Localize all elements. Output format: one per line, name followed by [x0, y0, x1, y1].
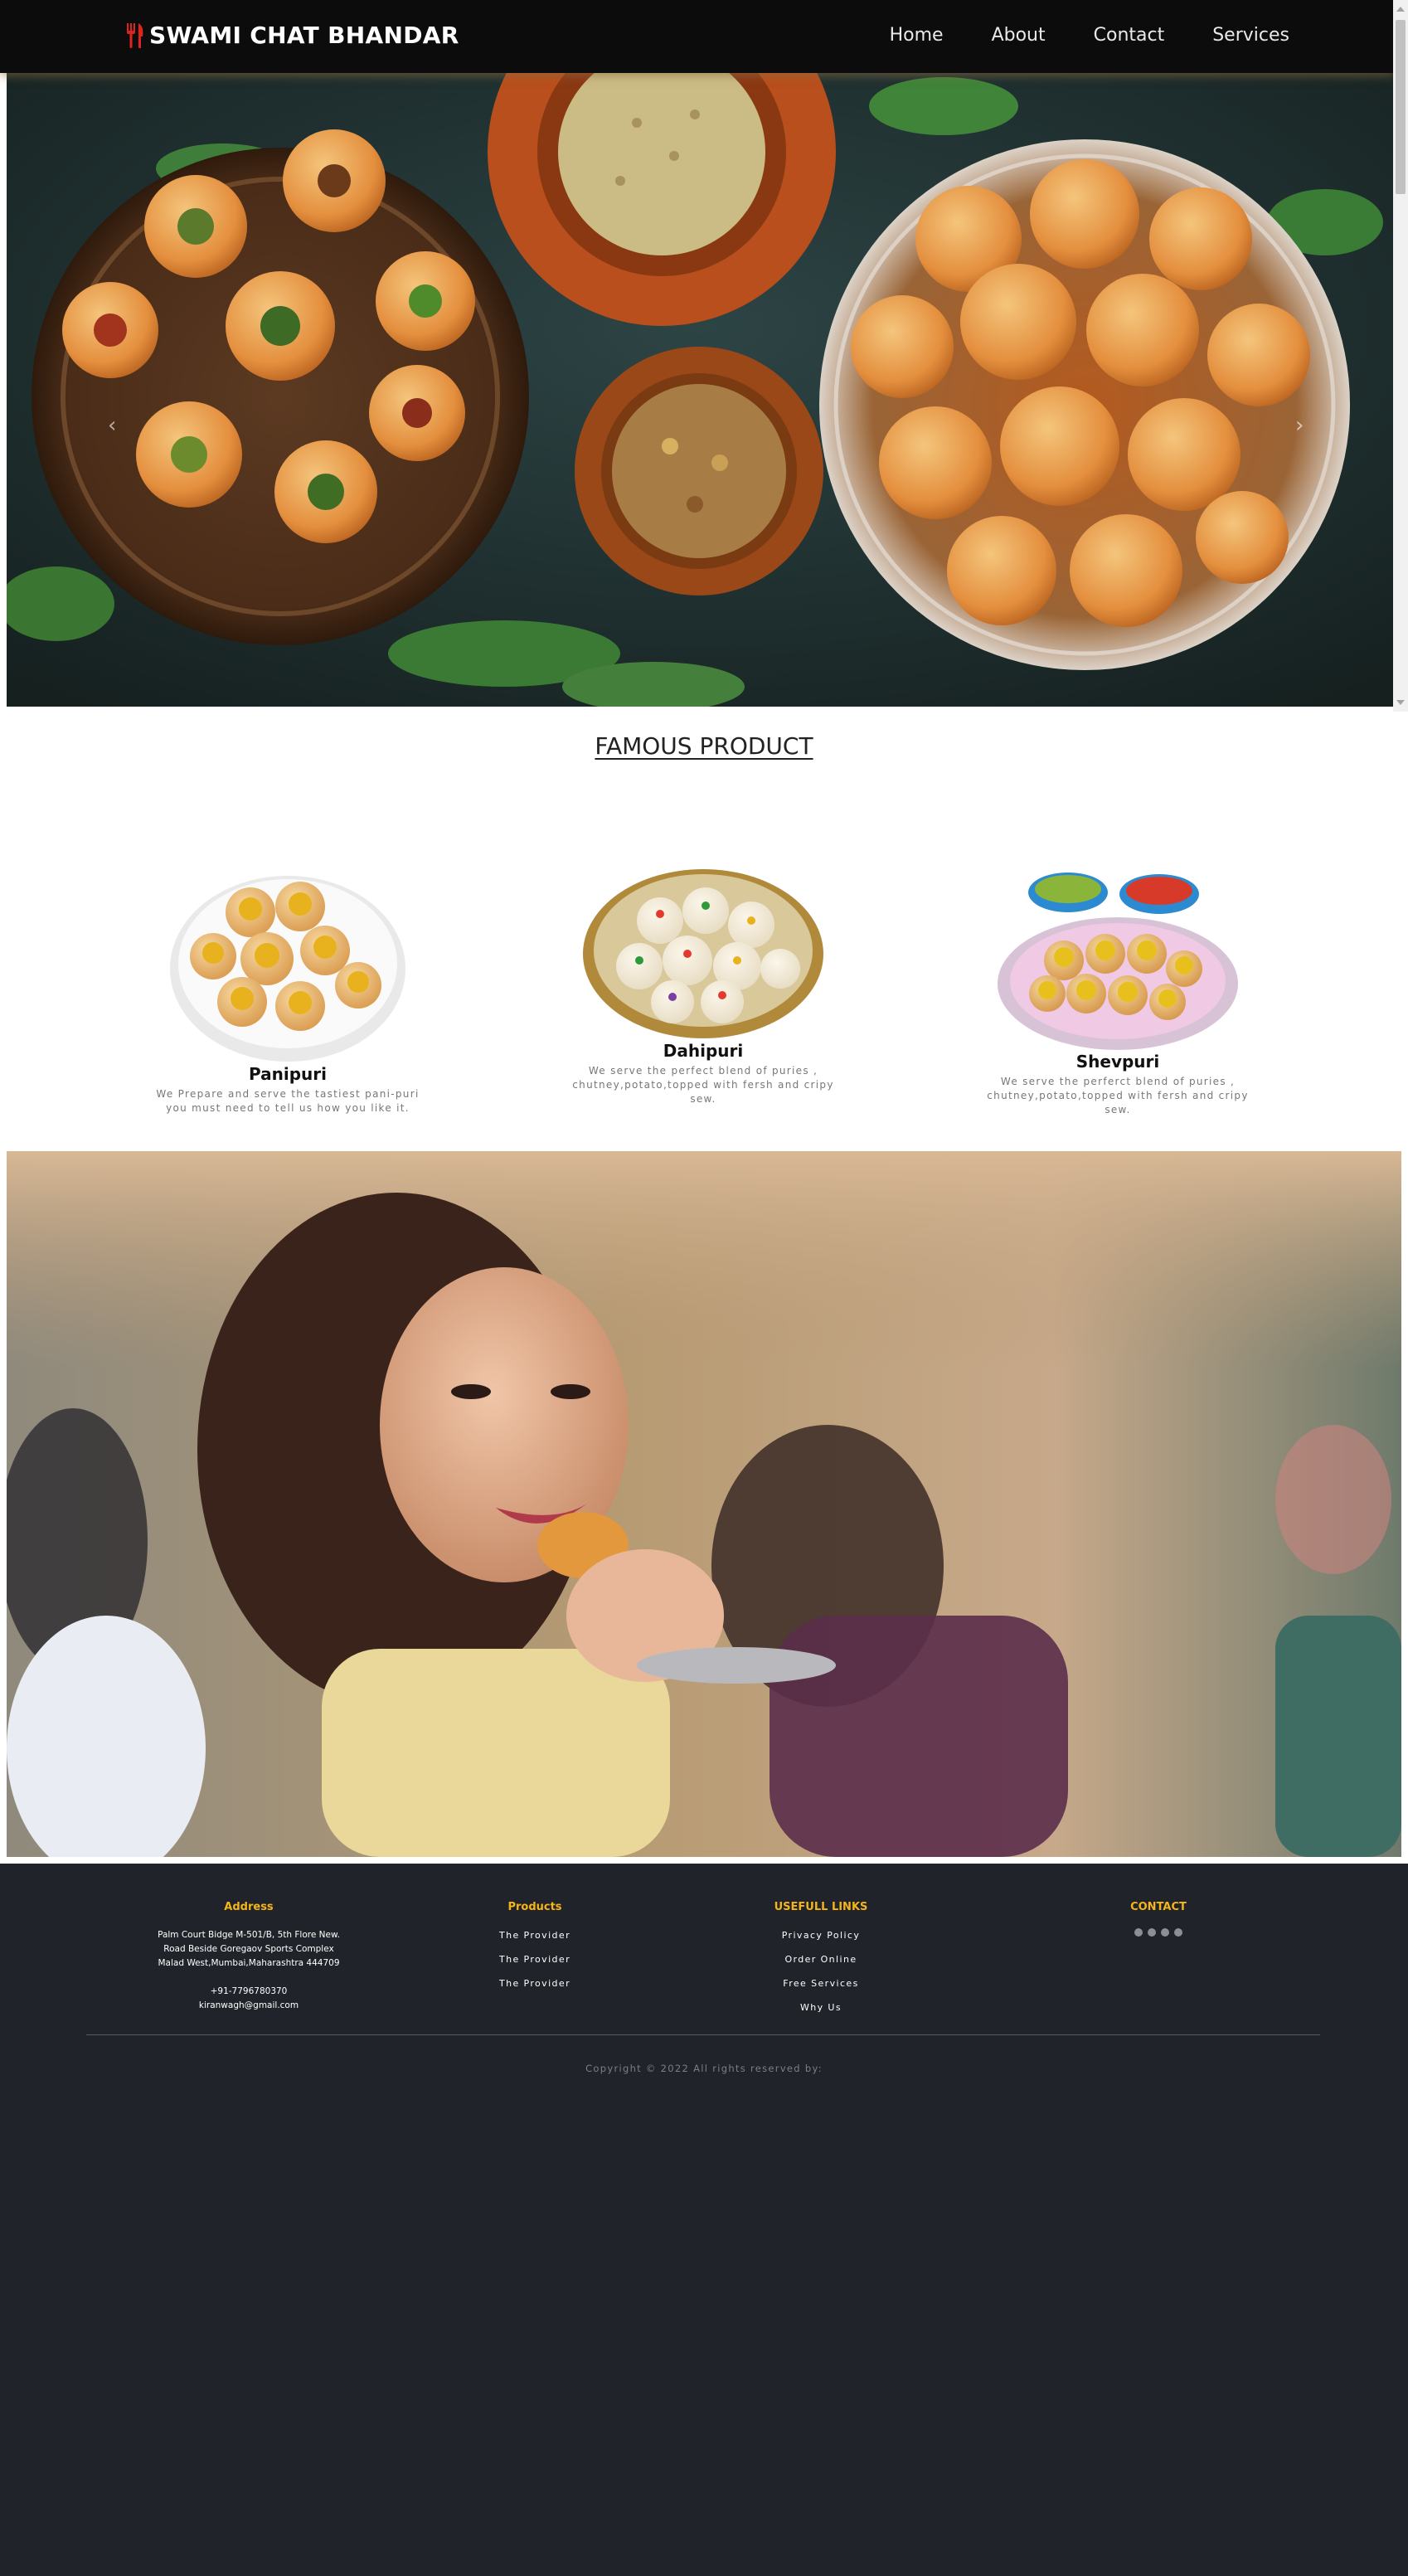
- copyright: Copyright © 2022 All rights reserved by:: [585, 2063, 823, 2074]
- address-line: Palm Court Bidge M-501/B, 5th Flore New.: [158, 1930, 340, 1940]
- scroll-thumb[interactable]: [1396, 20, 1406, 194]
- footer-address-col: Address Palm Court Bidge M-501/B, 5th Fl…: [133, 1901, 365, 2013]
- footer-contact-heading: CONTACT: [1130, 1901, 1187, 1913]
- scroll-down-arrow-icon[interactable]: [1396, 700, 1405, 705]
- hero-food-image: [7, 73, 1393, 707]
- brand-name: SWAMI CHAT BHANDAR: [149, 22, 459, 49]
- footer-phone: +91-7796780370: [210, 1986, 288, 1996]
- dahipuri-image: [582, 869, 823, 1038]
- product-card-dahipuri: Dahipuri We serve the perfect blend of p…: [566, 863, 840, 1106]
- hero-carousel: ‹ ›: [7, 73, 1393, 707]
- footer-link-order[interactable]: Order Online: [738, 1947, 904, 1971]
- footer-products-col: Products The Provider The Provider The P…: [452, 1901, 618, 1995]
- footer-link-services[interactable]: Free Services: [738, 1971, 904, 1995]
- footer-link-privacy[interactable]: Privacy Policy: [738, 1923, 904, 1947]
- nav-home[interactable]: Home: [890, 25, 944, 46]
- footer-address-heading: Address: [224, 1901, 274, 1913]
- google-icon[interactable]: [1161, 1928, 1169, 1937]
- footer-useful-col: USEFULL LINKS Privacy Policy Order Onlin…: [738, 1901, 904, 2019]
- footer-product-link[interactable]: The Provider: [452, 1971, 618, 1995]
- brand-link[interactable]: SWAMI CHAT BHANDAR: [124, 22, 459, 49]
- product-name: Shevpuri: [1075, 1052, 1160, 1072]
- product-card-panipuri: Panipuri We Prepare and serve the tastie…: [151, 861, 425, 1115]
- social-icons: [1075, 1928, 1241, 1937]
- footer-divider: [86, 2034, 1320, 2035]
- github-icon[interactable]: [1174, 1928, 1182, 1937]
- footer-products-heading: Products: [507, 1901, 562, 1913]
- carousel-prev-icon[interactable]: ‹: [108, 413, 116, 438]
- footer-contact-col: CONTACT: [1075, 1901, 1241, 1937]
- footer-product-link[interactable]: The Provider: [452, 1923, 618, 1947]
- footer-product-link[interactable]: The Provider: [452, 1947, 618, 1971]
- scroll-up-arrow-icon[interactable]: [1396, 7, 1405, 12]
- nav-contact[interactable]: Contact: [1094, 25, 1165, 46]
- product-name: Panipuri: [249, 1064, 327, 1084]
- banner-image: [7, 1151, 1401, 1857]
- nav-links: Home About Contact Services: [890, 25, 1289, 46]
- address-line: Road Beside Goregaov Sports Complex: [163, 1944, 334, 1954]
- carousel-next-icon[interactable]: ›: [1295, 413, 1304, 438]
- shevpuri-image: [998, 872, 1238, 1050]
- address-line: Malad West,Mumbai,Maharashtra 444709: [158, 1958, 340, 1968]
- footer: Address Palm Court Bidge M-501/B, 5th Fl…: [0, 1864, 1408, 2576]
- instagram-icon[interactable]: [1134, 1928, 1143, 1937]
- footer-email: kiranwagh@gmail.com: [198, 2000, 299, 2010]
- footer-address-text: Palm Court Bidge M-501/B, 5th Flore New.…: [133, 1928, 365, 2013]
- footer-link-why[interactable]: Why Us: [738, 1995, 904, 2019]
- nav-services[interactable]: Services: [1212, 25, 1289, 46]
- nav-about[interactable]: About: [992, 25, 1046, 46]
- woman-eating-panipuri-image: [7, 1151, 1401, 1857]
- fork-knife-icon: [127, 22, 143, 48]
- section-title: FAMOUS PRODUCT: [595, 732, 813, 760]
- product-desc: We Prepare and serve the tastiest pani-p…: [156, 1088, 420, 1114]
- navbar: SWAMI CHAT BHANDAR Home About Contact Se…: [0, 0, 1393, 73]
- product-desc: We serve the perfect blend of puries , c…: [572, 1065, 834, 1105]
- panipuri-image: [170, 876, 405, 1062]
- product-card-shevpuri: Shevpuri We serve the perferct blend of …: [981, 861, 1255, 1117]
- product-desc: We serve the perferct blend of puries , …: [987, 1076, 1249, 1115]
- footer-useful-heading: USEFULL LINKS: [774, 1901, 868, 1913]
- product-name: Dahipuri: [663, 1041, 744, 1061]
- page-scrollbar[interactable]: [1393, 0, 1408, 712]
- facebook-icon[interactable]: [1148, 1928, 1156, 1937]
